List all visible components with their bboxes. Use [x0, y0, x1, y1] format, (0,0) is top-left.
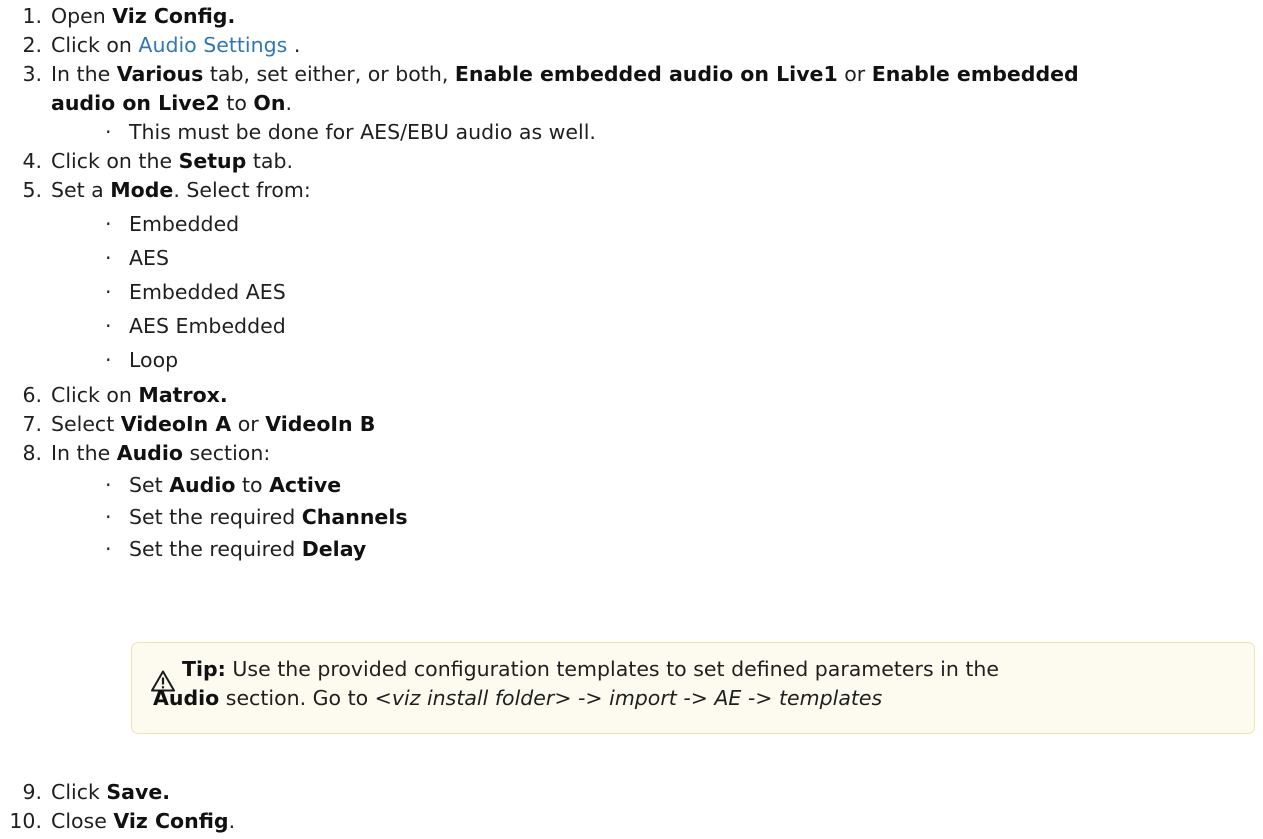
- step-number: 3.: [22, 62, 42, 86]
- step-number: 1.: [22, 4, 42, 28]
- step-number: 5.: [22, 178, 42, 202]
- viz-config-term: Viz Config.: [112, 4, 236, 28]
- step-number: 10.: [9, 809, 42, 833]
- tip-line-1: Tip: Use the provided configuration temp…: [182, 657, 1000, 681]
- step-number: 2.: [22, 33, 42, 57]
- step-number: 9.: [22, 780, 42, 804]
- tip-label: Tip:: [182, 657, 226, 681]
- audio-settings-link[interactable]: Audio Settings: [138, 33, 287, 57]
- bullet: ·: [105, 314, 112, 338]
- step-number: 7.: [22, 412, 42, 436]
- bullet: ·: [105, 280, 112, 304]
- tip-line-2: Audio section. Go to <viz install folder…: [153, 686, 883, 710]
- bullet: ·: [105, 348, 112, 372]
- step-number: 6.: [22, 383, 42, 407]
- bullet: ·: [105, 120, 112, 144]
- step-number: 8.: [22, 441, 42, 465]
- tip-callout: Tip: Use the provided configuration temp…: [131, 642, 1255, 734]
- bullet: ·: [105, 473, 112, 497]
- bullet: ·: [105, 505, 112, 529]
- step-number: 4.: [22, 149, 42, 173]
- bullet: ·: [105, 537, 112, 561]
- bullet: ·: [105, 246, 112, 270]
- install-path: <viz install folder> -> import -> AE -> …: [374, 686, 883, 710]
- bullet: ·: [105, 212, 112, 236]
